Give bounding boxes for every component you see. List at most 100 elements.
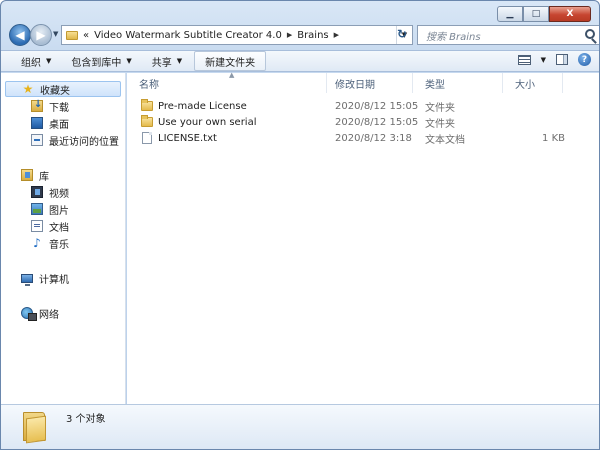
refresh-button[interactable]: ↻ (391, 24, 413, 44)
sidebar-item-label: 库 (39, 171, 49, 183)
table-row[interactable]: LICENSE.txt 2020/8/12 3:18 文本文档 1 KB (127, 130, 599, 146)
chevron-down-icon: ▼ (46, 57, 52, 65)
sidebar-item-label: 下载 (49, 102, 69, 114)
sidebar-item-libraries[interactable]: 库 (21, 167, 49, 183)
back-arrow-icon: ◀ (15, 28, 25, 42)
sidebar-item-pictures[interactable]: 图片 (31, 201, 69, 217)
sidebar-item-label: 视频 (49, 188, 69, 200)
sidebar-item-documents[interactable]: 文档 (31, 218, 69, 234)
share-label: 共享 (151, 57, 172, 69)
sidebar-item-label: 桌面 (49, 119, 69, 131)
refresh-icon: ↻ (396, 27, 408, 41)
computer-icon (21, 274, 33, 286)
explorer-window: ▁ □ X ◀ ▶ ▼ « Video Watermark Subtitle C… (0, 0, 600, 450)
minimize-button[interactable]: ▁ (497, 6, 523, 22)
folder-icon (23, 412, 47, 444)
file-name: Pre-made License (158, 100, 247, 112)
include-in-library-button[interactable]: 包含到库中 ▼ (61, 51, 141, 71)
sidebar-item-label: 音乐 (49, 239, 69, 251)
column-header-label: 名称 (139, 79, 159, 91)
item-count: 3 个对象 (66, 414, 106, 425)
libraries-icon (21, 169, 33, 181)
column-header-label: 大小 (515, 79, 535, 91)
column-header-size[interactable]: 大小 (503, 73, 563, 93)
chevron-down-icon[interactable]: ▼ (541, 56, 546, 64)
include-in-library-label: 包含到库中 (71, 57, 122, 69)
sidebar-item-videos[interactable]: 视频 (31, 184, 69, 200)
chevron-down-icon: ▼ (53, 30, 59, 38)
file-size (514, 114, 565, 130)
file-date: 2020/8/12 15:05 (335, 100, 419, 112)
search-placeholder: 搜索 Brains (426, 31, 481, 43)
file-name: LICENSE.txt (158, 132, 217, 144)
sort-ascending-icon: ▲ (229, 71, 235, 79)
maximize-button[interactable]: □ (523, 6, 549, 22)
breadcrumb-item[interactable]: Video Watermark Subtitle Creator 4.0 (94, 30, 282, 41)
search-input[interactable]: 搜索 Brains (417, 25, 599, 45)
sidebar-item-downloads[interactable]: 下载 (31, 98, 69, 114)
file-date: 2020/8/12 15:05 (335, 116, 419, 128)
file-name-cell: Pre-made License (141, 98, 247, 114)
sidebar-item-label: 计算机 (39, 274, 69, 286)
sidebar-item-music[interactable]: ♪ 音乐 (31, 235, 69, 251)
preview-pane-icon[interactable] (556, 54, 568, 65)
column-header-date[interactable]: 修改日期 (323, 73, 413, 93)
downloads-folder-icon (31, 99, 43, 112)
sidebar-item-favorites[interactable]: ★ 收藏夹 (5, 81, 121, 97)
navigation-row: ◀ ▶ ▼ « Video Watermark Subtitle Creator… (7, 24, 599, 46)
sidebar-item-network[interactable]: 网络 (21, 305, 59, 321)
window-caption-buttons: ▁ □ X (497, 6, 591, 22)
sidebar-item-label: 收藏夹 (40, 85, 70, 97)
folder-icon (66, 30, 78, 40)
sidebar-item-recent-places[interactable]: 最近访问的位置 (31, 132, 119, 148)
videos-icon (31, 186, 43, 198)
file-list: 名称 ▲ 修改日期 类型 大小 Pre-made License 2020/8/… (127, 71, 599, 404)
address-bar[interactable]: « Video Watermark Subtitle Creator 4.0 ▶… (61, 25, 413, 45)
change-view-icon[interactable] (517, 54, 531, 65)
column-header-type[interactable]: 类型 (413, 73, 503, 93)
star-icon: ★ (22, 82, 34, 96)
file-name-cell: Use your own serial (141, 114, 257, 130)
documents-icon (31, 220, 43, 232)
chevron-down-icon: ▼ (176, 57, 183, 65)
new-folder-label: 新建文件夹 (205, 57, 256, 69)
organize-button[interactable]: 组织 ▼ (11, 51, 61, 71)
command-bar: 组织 ▼ 包含到库中 ▼ 共享 ▼ 新建文件夹 ▼ ? (1, 50, 599, 72)
organize-label: 组织 (21, 57, 41, 69)
new-folder-button[interactable]: 新建文件夹 (194, 51, 267, 71)
back-button[interactable]: ◀ (9, 24, 31, 46)
forward-button[interactable]: ▶ (30, 24, 52, 46)
forward-arrow-icon: ▶ (36, 28, 46, 42)
network-icon (21, 307, 37, 321)
file-name-cell: LICENSE.txt (141, 130, 217, 146)
folder-icon (141, 99, 153, 111)
sidebar-item-desktop[interactable]: 桌面 (31, 115, 69, 131)
help-icon[interactable]: ? (578, 53, 591, 66)
pictures-icon (31, 203, 43, 215)
column-header-name[interactable]: 名称 ▲ (127, 71, 327, 93)
search-icon[interactable] (585, 29, 595, 39)
table-row[interactable]: Pre-made License 2020/8/12 15:05 文件夹 (127, 98, 599, 114)
table-row[interactable]: Use your own serial 2020/8/12 15:05 文件夹 (127, 114, 599, 130)
close-button[interactable]: X (549, 6, 591, 22)
music-icon: ♪ (33, 236, 41, 250)
file-type: 文件夹 (425, 118, 455, 130)
file-date: 2020/8/12 3:18 (335, 132, 412, 144)
column-header-label: 修改日期 (335, 79, 375, 91)
breadcrumb-separator-icon[interactable]: ▶ (287, 31, 292, 39)
file-size: 1 KB (542, 132, 565, 144)
sidebar-item-computer[interactable]: 计算机 (21, 270, 69, 286)
text-file-icon (142, 132, 152, 144)
share-button[interactable]: 共享 ▼ (142, 51, 192, 71)
file-type: 文件夹 (425, 102, 455, 114)
breadcrumb-separator-icon[interactable]: ▶ (334, 31, 339, 39)
recent-pages-dropdown[interactable]: ▼ (53, 30, 58, 38)
navigation-pane: ★ 收藏夹 下载 桌面 最近访问的位置 库 视频 图片 文档 (1, 73, 126, 404)
file-type: 文本文档 (425, 134, 465, 146)
details-pane: 3 个对象 (1, 404, 599, 449)
breadcrumb-overflow[interactable]: « (83, 30, 89, 41)
file-name: Use your own serial (158, 116, 257, 128)
breadcrumb-item[interactable]: Brains (297, 30, 328, 41)
sidebar-item-label: 文档 (49, 222, 69, 234)
chevron-down-icon: ▼ (126, 57, 132, 65)
